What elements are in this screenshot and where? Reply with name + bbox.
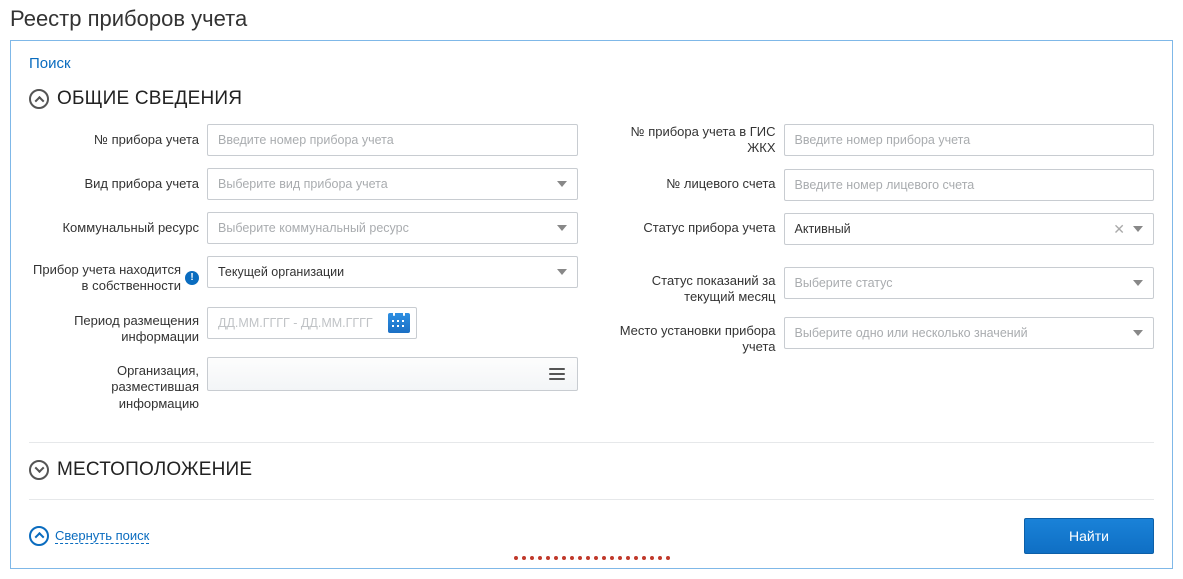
resource-placeholder: Выберите коммунальный ресурс xyxy=(218,221,409,235)
install-place-label: Место установки прибора учета xyxy=(606,317,784,356)
search-panel: Поиск ОБЩИЕ СВЕДЕНИЯ № прибора учета Вид… xyxy=(10,40,1173,569)
ownership-select[interactable]: Текущей организации xyxy=(207,256,578,288)
period-daterange[interactable]: ДД.ММ.ГГГГ - ДД.ММ.ГГГГ xyxy=(207,307,417,339)
caret-down-icon xyxy=(1133,226,1143,232)
install-place-placeholder: Выберите одно или несколько значений xyxy=(795,326,1028,340)
meter-no-label: № прибора учета xyxy=(29,132,207,148)
gis-no-input[interactable] xyxy=(784,124,1155,156)
caret-down-icon xyxy=(1133,280,1143,286)
loading-spinner xyxy=(514,556,670,560)
account-no-label: № лицевого счета xyxy=(606,176,784,192)
collapse-search[interactable]: Свернуть поиск xyxy=(29,526,149,546)
clear-icon[interactable]: ✕ xyxy=(1113,222,1125,236)
section-divider xyxy=(29,442,1154,443)
account-no-input[interactable] xyxy=(784,169,1155,201)
section-location-title: МЕСТОПОЛОЖЕНИЕ xyxy=(57,459,252,481)
gis-no-label: № прибора учета в ГИС ЖКХ xyxy=(606,124,784,157)
period-label: Период размещения информации xyxy=(29,307,207,346)
caret-down-icon xyxy=(557,269,567,275)
meter-type-select[interactable]: Выберите вид прибора учета xyxy=(207,168,578,200)
meter-no-input[interactable] xyxy=(207,124,578,156)
page-title: Реестр приборов учета xyxy=(10,0,1173,40)
resource-select[interactable]: Выберите коммунальный ресурс xyxy=(207,212,578,244)
collapse-search-link[interactable]: Свернуть поиск xyxy=(55,528,149,544)
meter-type-placeholder: Выберите вид прибора учета xyxy=(218,177,388,191)
chevron-up-icon xyxy=(29,89,49,109)
meter-type-label: Вид прибора учета xyxy=(29,176,207,192)
search-button[interactable]: Найти xyxy=(1024,518,1154,554)
caret-down-icon xyxy=(557,181,567,187)
publisher-label: Организация, разместившая информацию xyxy=(29,357,207,412)
search-heading: Поиск xyxy=(29,55,1154,72)
hamburger-icon xyxy=(549,368,565,380)
info-icon[interactable]: ! xyxy=(185,271,199,285)
section-general-title: ОБЩИЕ СВЕДЕНИЯ xyxy=(57,88,242,110)
section-location-header[interactable]: МЕСТОПОЛОЖЕНИЕ xyxy=(29,459,1154,481)
section-general-header[interactable]: ОБЩИЕ СВЕДЕНИЯ xyxy=(29,88,1154,110)
section-divider xyxy=(29,499,1154,500)
status-label: Статус прибора учета xyxy=(606,220,784,236)
resource-label: Коммунальный ресурс xyxy=(29,220,207,236)
chevron-up-icon xyxy=(29,526,49,546)
chevron-down-icon xyxy=(29,460,49,480)
readings-status-label: Статус показаний за текущий месяц xyxy=(606,267,784,306)
ownership-label: Прибор учета находится в собственности ! xyxy=(29,256,207,295)
calendar-icon[interactable] xyxy=(388,313,410,333)
readings-status-placeholder: Выберите статус xyxy=(795,276,893,290)
readings-status-select[interactable]: Выберите статус xyxy=(784,267,1155,299)
caret-down-icon xyxy=(1133,330,1143,336)
caret-down-icon xyxy=(557,225,567,231)
status-value: Активный xyxy=(795,222,851,236)
status-select[interactable]: Активный ✕ xyxy=(784,213,1155,245)
ownership-value: Текущей организации xyxy=(218,265,344,279)
publisher-picker[interactable] xyxy=(207,357,578,391)
install-place-select[interactable]: Выберите одно или несколько значений xyxy=(784,317,1155,349)
